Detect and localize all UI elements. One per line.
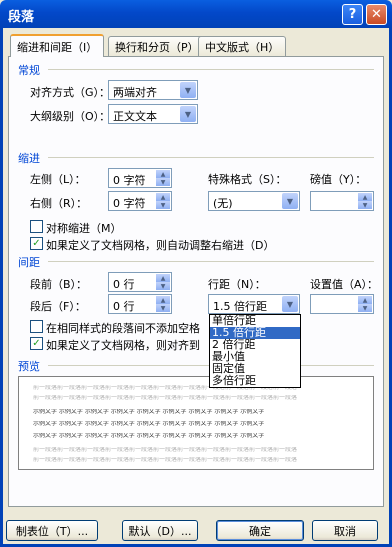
- space-before-value: 0 行: [113, 278, 135, 291]
- preview-box: 前一段落前一段落前一段落前一段落前一段落前一段落前一段落前一段落前一段落前一段落…: [18, 376, 374, 470]
- help-icon: ?: [348, 7, 357, 22]
- indent-by-label: 磅值（Y）：: [310, 173, 367, 186]
- section-preview: 预览: [18, 360, 40, 373]
- space-after-value: 0 行: [113, 300, 135, 313]
- special-indent-select[interactable]: (无) ▼: [208, 191, 300, 211]
- spin-up-icon[interactable]: ▲: [156, 170, 170, 178]
- spin-down-icon[interactable]: ▼: [156, 304, 170, 312]
- default-button[interactable]: 默认（D）...: [122, 520, 198, 541]
- preview-sample-text: 示例文字 示例文字 示例文字 示例文字 示例文字 示例文字 示例文字 示例文字 …: [33, 421, 265, 427]
- right-indent-spinner[interactable]: 0 字符 ▲ ▼: [108, 191, 172, 211]
- special-indent-value: (无): [213, 197, 233, 210]
- close-button[interactable]: ✕: [366, 4, 387, 25]
- line-spacing-label: 行距（N）：: [208, 278, 266, 291]
- right-indent-label: 右侧（R）：: [30, 197, 88, 210]
- dropdown-option[interactable]: 多倍行距: [210, 375, 300, 387]
- preview-following-text: 前一段落前一段落前一段落前一段落前一段落前一段落前一段落前一段落前一段落前一段落…: [33, 457, 298, 463]
- divider: [48, 261, 374, 262]
- snap-to-grid-checkbox[interactable]: ✓: [30, 337, 43, 350]
- outline-level-value: 正文文本: [113, 110, 157, 123]
- left-indent-label: 左侧（L）：: [30, 173, 86, 186]
- special-indent-label: 特殊格式（S）：: [208, 173, 287, 186]
- chevron-down-icon: ▼: [282, 193, 298, 209]
- section-indentation: 缩进: [18, 152, 40, 165]
- close-icon: ✕: [371, 7, 382, 22]
- outline-level-label: 大纲级别（O）：: [30, 110, 111, 123]
- spin-up-icon[interactable]: ▲: [358, 296, 372, 304]
- spin-up-icon[interactable]: ▲: [358, 193, 372, 201]
- tabs-button[interactable]: 制表位（T）...: [6, 520, 98, 541]
- window-title: 段落: [8, 10, 35, 25]
- space-before-label: 段前（B）：: [30, 278, 88, 291]
- tab-asian-typography[interactable]: 中文版式（H）: [198, 36, 287, 56]
- space-before-spinner[interactable]: 0 行 ▲ ▼: [108, 272, 172, 292]
- spin-down-icon[interactable]: ▼: [358, 304, 372, 312]
- divider: [48, 69, 374, 70]
- spacing-at-spinner[interactable]: ▲ ▼: [310, 294, 374, 314]
- spacing-at-label: 设置值（A）：: [310, 278, 379, 291]
- section-spacing: 间距: [18, 256, 40, 269]
- spin-down-icon[interactable]: ▼: [156, 201, 170, 209]
- mirror-indents-checkbox[interactable]: [30, 220, 43, 233]
- auto-adjust-indent-label: 如果定义了文档网格，则自动调整右缩进（D）: [46, 239, 275, 252]
- cancel-button[interactable]: 取消: [312, 520, 378, 541]
- indent-by-spinner[interactable]: ▲ ▼: [310, 191, 374, 211]
- preview-sample-text: 示例文字 示例文字 示例文字 示例文字 示例文字 示例文字 示例文字 示例文字 …: [33, 409, 265, 415]
- spin-up-icon[interactable]: ▲: [156, 193, 170, 201]
- auto-adjust-indent-checkbox[interactable]: ✓: [30, 237, 43, 250]
- spin-down-icon[interactable]: ▼: [156, 178, 170, 186]
- tab-indent-spacing[interactable]: 缩进和间距（I）: [10, 34, 105, 57]
- no-space-same-style-label: 在相同样式的段落间不添加空格: [46, 322, 200, 335]
- spin-down-icon[interactable]: ▼: [156, 282, 170, 290]
- tab-line-page-breaks[interactable]: 换行和分页（P）: [108, 36, 206, 56]
- ok-button[interactable]: 确定: [216, 520, 304, 541]
- no-space-same-style-checkbox[interactable]: [30, 320, 43, 333]
- help-button[interactable]: ?: [342, 4, 363, 25]
- alignment-value: 两端对齐: [113, 86, 157, 99]
- line-spacing-dropdown[interactable]: 单倍行距 1.5 倍行距 2 倍行距 最小值 固定值 多倍行距: [209, 314, 301, 388]
- section-general: 常规: [18, 64, 40, 77]
- left-indent-spinner[interactable]: 0 字符 ▲ ▼: [108, 168, 172, 188]
- snap-to-grid-label: 如果定义了文档网格，则对齐到: [46, 339, 200, 352]
- right-indent-value: 0 字符: [113, 197, 146, 210]
- spin-up-icon[interactable]: ▲: [156, 274, 170, 282]
- spin-down-icon[interactable]: ▼: [358, 201, 372, 209]
- space-after-label: 段后（F）：: [30, 300, 86, 313]
- chevron-down-icon: ▼: [282, 296, 298, 312]
- alignment-label: 对齐方式（G）：: [30, 86, 111, 99]
- outline-level-select[interactable]: 正文文本 ▼: [108, 104, 198, 124]
- alignment-select[interactable]: 两端对齐 ▼: [108, 80, 198, 100]
- spin-up-icon[interactable]: ▲: [156, 296, 170, 304]
- chevron-down-icon: ▼: [180, 106, 196, 122]
- left-indent-value: 0 字符: [113, 174, 146, 187]
- mirror-indents-label: 对称缩进（M）: [46, 222, 122, 235]
- divider: [48, 157, 374, 158]
- preview-sample-text: 示例文字 示例文字 示例文字 示例文字 示例文字 示例文字 示例文字 示例文字 …: [33, 433, 265, 439]
- preview-following-text: 前一段落前一段落前一段落前一段落前一段落前一段落前一段落前一段落前一段落前一段落…: [33, 447, 298, 453]
- chevron-down-icon: ▼: [180, 82, 196, 98]
- line-spacing-select[interactable]: 1.5 倍行距 ▼: [208, 294, 300, 314]
- line-spacing-value: 1.5 倍行距: [213, 300, 267, 313]
- space-after-spinner[interactable]: 0 行 ▲ ▼: [108, 294, 172, 314]
- title-bar: 段落 ? ✕: [0, 0, 392, 28]
- preview-previous-text: 前一段落前一段落前一段落前一段落前一段落前一段落前一段落前一段落前一段落前一段落…: [33, 395, 298, 401]
